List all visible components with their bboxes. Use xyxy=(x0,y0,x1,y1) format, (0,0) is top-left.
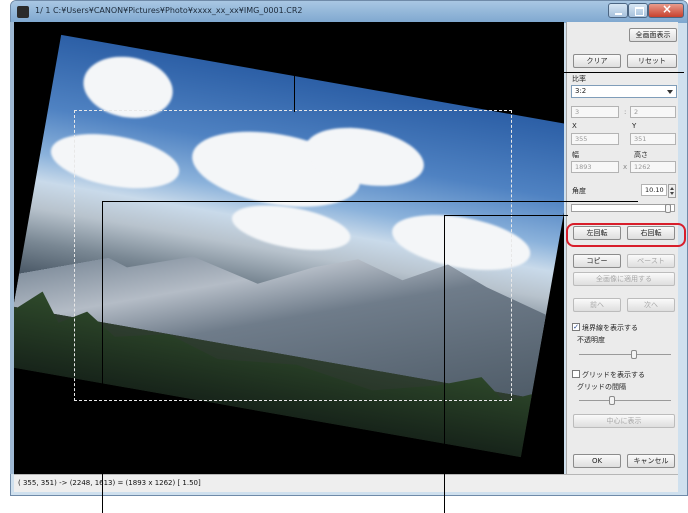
ok-button[interactable]: OK xyxy=(573,454,621,468)
cancel-button[interactable]: キャンセル xyxy=(627,454,675,468)
app-icon xyxy=(17,6,29,18)
paste-button[interactable]: ペースト xyxy=(627,254,675,268)
y-label: Y xyxy=(632,122,637,130)
width-field[interactable]: 1893 xyxy=(571,161,619,173)
callout-line xyxy=(102,201,103,513)
ratio-dropdown-value: 3:2 xyxy=(575,87,587,95)
ratio-width-field[interactable]: 3 xyxy=(571,106,619,118)
x-field[interactable]: 355 xyxy=(571,133,619,145)
opacity-slider[interactable] xyxy=(579,350,671,359)
close-button[interactable] xyxy=(648,2,684,18)
y-field[interactable]: 351 xyxy=(630,133,676,145)
grid-spacing-label: グリッドの間隔 xyxy=(577,383,626,391)
copy-button[interactable]: コピー xyxy=(573,254,621,268)
next-button[interactable]: 次へ xyxy=(627,298,675,312)
rotate-buttons-highlight xyxy=(566,223,686,247)
callout-line xyxy=(294,72,295,112)
maximize-button[interactable] xyxy=(628,3,648,18)
previous-button[interactable]: 前へ xyxy=(573,298,621,312)
height-label: 高さ xyxy=(634,151,648,159)
show-grid-checkbox[interactable] xyxy=(572,370,580,378)
height-field[interactable]: 1262 xyxy=(630,161,676,173)
opacity-label: 不透明度 xyxy=(577,336,605,344)
width-label: 幅 xyxy=(572,151,579,159)
crop-rectangle[interactable] xyxy=(74,110,512,401)
ratio-height-field[interactable]: 2 xyxy=(630,106,676,118)
size-separator: x xyxy=(623,163,628,171)
angle-slider[interactable] xyxy=(571,204,675,213)
fullscreen-button[interactable]: 全画面表示 xyxy=(629,28,677,42)
show-border-label: 境界線を表示する xyxy=(582,324,638,332)
checkmark-icon: ✓ xyxy=(573,323,579,331)
status-text: ( 355, 351) -> (2248, 1613) = (1893 x 12… xyxy=(18,479,201,487)
ratio-dropdown[interactable]: 3:2 xyxy=(571,85,677,98)
minimize-button[interactable] xyxy=(608,3,628,18)
angle-label: 角度 xyxy=(572,187,586,195)
angle-slider-thumb[interactable] xyxy=(665,204,671,213)
callout-line xyxy=(444,215,445,513)
center-view-button[interactable]: 中心に表示 xyxy=(573,414,675,428)
grid-spacing-slider-thumb[interactable] xyxy=(609,396,615,405)
image-preview-canvas[interactable] xyxy=(14,22,564,474)
angle-spinner[interactable] xyxy=(668,184,676,198)
show-grid-label: グリッドを表示する xyxy=(582,371,645,379)
callout-line xyxy=(444,215,568,216)
angle-field[interactable]: 10.10 xyxy=(641,184,667,196)
status-bar: ( 355, 351) -> (2248, 1613) = (1893 x 12… xyxy=(14,474,678,492)
apply-all-button[interactable]: 全画像に適用する xyxy=(573,272,675,286)
reset-button[interactable]: リセット xyxy=(627,54,677,68)
chevron-down-icon xyxy=(667,90,673,94)
x-label: X xyxy=(572,122,577,130)
ratio-separator: : xyxy=(624,108,627,116)
show-border-checkbox[interactable]: ✓ xyxy=(572,323,580,331)
window-title: 1/ 1 C:¥Users¥CANON¥Pictures¥Photo¥xxxx_… xyxy=(35,6,303,15)
clear-button[interactable]: クリア xyxy=(573,54,621,68)
crop-settings-panel: 全画面表示 クリア リセット 比率 3:2 3 : 2 X Y 355 351 … xyxy=(566,22,678,474)
callout-line xyxy=(294,72,684,73)
opacity-slider-thumb[interactable] xyxy=(631,350,637,359)
callout-line xyxy=(102,201,638,202)
ratio-label: 比率 xyxy=(572,75,586,83)
grid-spacing-slider[interactable] xyxy=(579,396,671,405)
title-bar[interactable]: 1/ 1 C:¥Users¥CANON¥Pictures¥Photo¥xxxx_… xyxy=(11,1,687,23)
